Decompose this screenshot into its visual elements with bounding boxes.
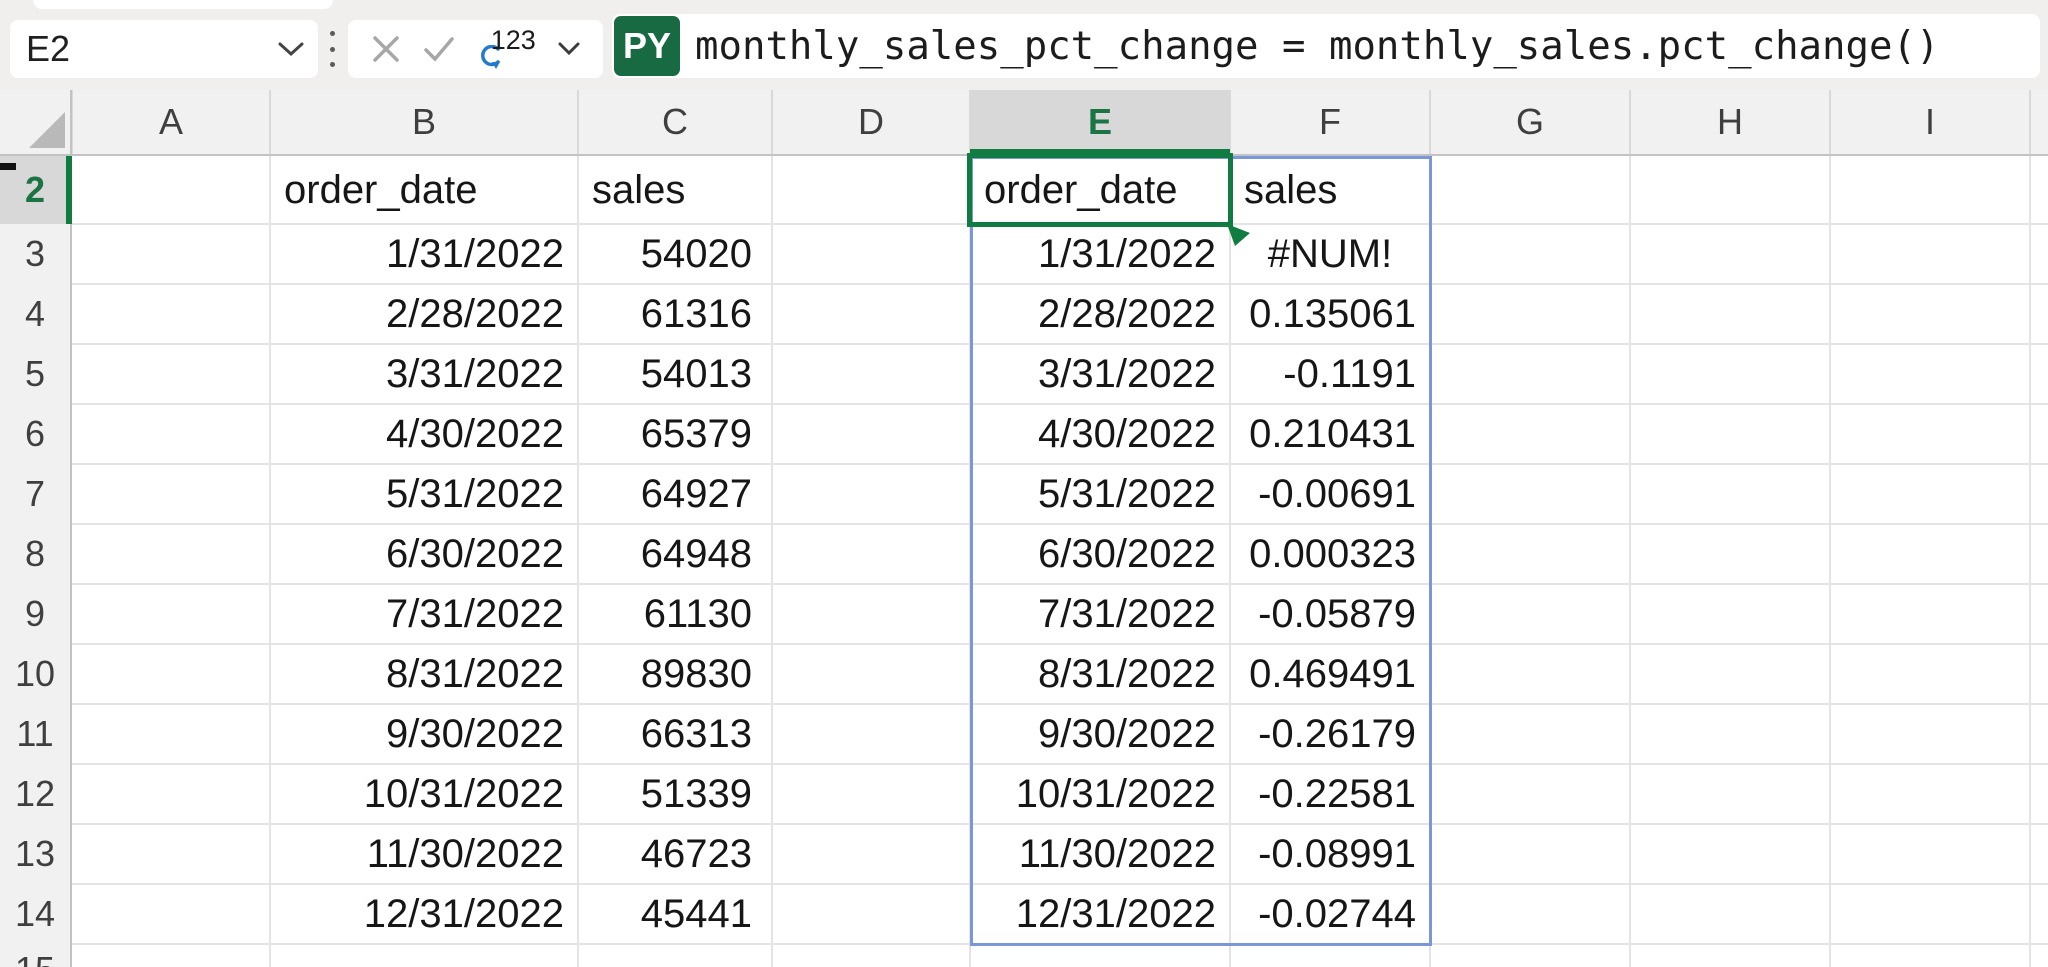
column-header-divider <box>2029 90 2031 154</box>
row-header-label: 5 <box>25 353 45 395</box>
row-header-label: 9 <box>25 593 45 635</box>
column-header-divider <box>577 90 579 154</box>
column-header-I[interactable]: I <box>1830 90 2030 154</box>
column-header-divider <box>1429 90 1431 154</box>
spill-arrow-icon <box>1226 222 1252 248</box>
column-header-E[interactable]: E <box>970 90 1230 154</box>
row-header-label: 4 <box>25 293 45 335</box>
cell-C12[interactable]: 51339 <box>580 766 770 822</box>
cell-C11[interactable]: 66313 <box>580 706 770 762</box>
row-header-label: 7 <box>25 473 45 515</box>
gridline <box>1829 156 1831 967</box>
column-header-divider <box>269 90 271 154</box>
column-header-C[interactable]: C <box>578 90 772 154</box>
cell-C14[interactable]: 45441 <box>580 886 770 942</box>
selected-row-bar <box>66 156 72 224</box>
cell-C2[interactable]: sales <box>580 158 770 222</box>
cell-C13[interactable]: 46723 <box>580 826 770 882</box>
column-header-H[interactable]: H <box>1630 90 1830 154</box>
cell-B7[interactable]: 5/31/2022 <box>272 466 576 522</box>
row-header-label: 11 <box>16 713 53 755</box>
column-header-A[interactable]: A <box>72 90 270 154</box>
cell-C4[interactable]: 61316 <box>580 286 770 342</box>
cell-C7[interactable]: 64927 <box>580 466 770 522</box>
gridline <box>577 156 579 967</box>
select-all-triangle-icon <box>29 112 65 148</box>
active-cell-border <box>967 153 1233 227</box>
row-header-label: 8 <box>25 533 45 575</box>
cell-C9[interactable]: 61130 <box>580 586 770 642</box>
row-header-9[interactable]: 9 <box>0 584 70 644</box>
cell-B5[interactable]: 3/31/2022 <box>272 346 576 402</box>
spill-range-border <box>970 156 1432 946</box>
row-header-13[interactable]: 13 <box>0 824 70 884</box>
cell-C3[interactable]: 54020 <box>580 226 770 282</box>
cell-B13[interactable]: 11/30/2022 <box>272 826 576 882</box>
cell-B11[interactable]: 9/30/2022 <box>272 706 576 762</box>
column-header-divider <box>771 90 773 154</box>
cell-B4[interactable]: 2/28/2022 <box>272 286 576 342</box>
row-header-7[interactable]: 7 <box>0 464 70 524</box>
cell-C5[interactable]: 54013 <box>580 346 770 402</box>
cell-B2[interactable]: order_date <box>272 158 576 222</box>
cell-B12[interactable]: 10/31/2022 <box>272 766 576 822</box>
row-header-label: 10 <box>15 653 55 695</box>
row-header-label: 13 <box>15 833 55 875</box>
row-header-label: 14 <box>15 893 55 935</box>
gridline <box>1629 156 1631 967</box>
row-header-6[interactable]: 6 <box>0 404 70 464</box>
column-header-divider <box>1829 90 1831 154</box>
cell-C8[interactable]: 64948 <box>580 526 770 582</box>
column-header-partial <box>2030 90 2048 154</box>
gridline <box>2029 156 2031 967</box>
row-header-label: 3 <box>25 233 45 275</box>
column-header-F[interactable]: F <box>1230 90 1430 154</box>
cell-B10[interactable]: 8/31/2022 <box>272 646 576 702</box>
row-header-12[interactable]: 12 <box>0 764 70 824</box>
column-header-divider <box>1629 90 1631 154</box>
row-header-label: 6 <box>25 413 45 455</box>
gridline <box>771 156 773 967</box>
cell-B6[interactable]: 4/30/2022 <box>272 406 576 462</box>
cell-B9[interactable]: 7/31/2022 <box>272 586 576 642</box>
excel-window: E2 123 PY <box>0 0 2048 967</box>
row-header-14[interactable]: 14 <box>0 884 70 944</box>
column-header-D[interactable]: D <box>772 90 970 154</box>
cell-B14[interactable]: 12/31/2022 <box>272 886 576 942</box>
column-header-B[interactable]: B <box>270 90 578 154</box>
column-header-divider <box>1229 90 1231 154</box>
row-header-label: 12 <box>15 773 55 815</box>
gridline <box>269 156 271 967</box>
cell-C6[interactable]: 65379 <box>580 406 770 462</box>
row-header-5[interactable]: 5 <box>0 344 70 404</box>
select-all-corner[interactable] <box>0 90 70 154</box>
row-outline-dash <box>0 163 16 170</box>
row-header-10[interactable]: 10 <box>0 644 70 704</box>
row-header-label: 2 <box>25 169 45 211</box>
cell-C10[interactable]: 89830 <box>580 646 770 702</box>
column-header-G[interactable]: G <box>1430 90 1630 154</box>
row-header-label: 15 <box>15 952 55 967</box>
row-header-4[interactable]: 4 <box>0 284 70 344</box>
row-header-8[interactable]: 8 <box>0 524 70 584</box>
row-header-3[interactable]: 3 <box>0 224 70 284</box>
cell-B3[interactable]: 1/31/2022 <box>272 226 576 282</box>
row-header-15[interactable]: 15 <box>0 944 70 967</box>
cell-B8[interactable]: 6/30/2022 <box>272 526 576 582</box>
spreadsheet-grid: ABCDEFGHI 2 3 4 5 6 7 8 9 10 11 12 13 14 15 order_dates… <box>0 0 2048 967</box>
row-header-11[interactable]: 11 <box>0 704 70 764</box>
column-header-divider <box>969 90 971 154</box>
